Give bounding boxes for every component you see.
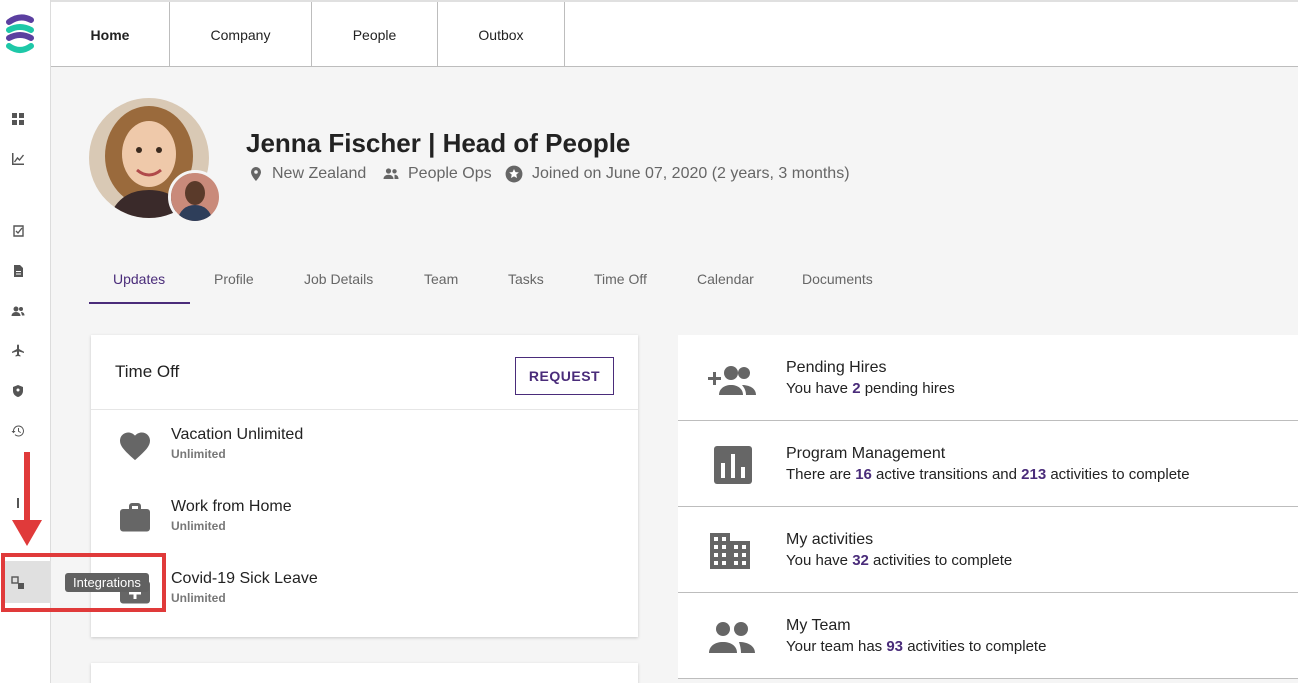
stat-count: 213 bbox=[1021, 466, 1047, 483]
people-icon[interactable] bbox=[9, 302, 27, 320]
my-team-card[interactable]: My Team Your team has 93 activities to c… bbox=[678, 593, 1298, 679]
my-activities-card[interactable]: My activities You have 32 activities to … bbox=[678, 507, 1298, 593]
briefcase-icon bbox=[120, 503, 150, 532]
tab-job-details[interactable]: Job Details bbox=[304, 271, 373, 287]
stat-description: You have 32 activities to complete bbox=[786, 552, 1013, 569]
department-text: People Ops bbox=[408, 165, 492, 182]
active-tab-indicator bbox=[89, 302, 190, 304]
leave-item[interactable]: Vacation Unlimited Unlimited bbox=[115, 426, 615, 466]
tab-team[interactable]: Team bbox=[424, 271, 458, 287]
leave-balance: Unlimited bbox=[171, 591, 226, 605]
heart-icon bbox=[120, 432, 150, 461]
stat-title: Program Management bbox=[786, 445, 946, 462]
tab-company[interactable]: Company bbox=[170, 2, 312, 67]
stat-description: There are 16 active transitions and 213 … bbox=[786, 466, 1190, 483]
tab-outbox[interactable]: Outbox bbox=[438, 2, 565, 67]
top-navigation: Home Company People Outbox bbox=[51, 0, 1298, 67]
request-button[interactable]: REQUEST bbox=[515, 357, 614, 395]
tab-time-off[interactable]: Time Off bbox=[594, 271, 647, 287]
tab-profile[interactable]: Profile bbox=[214, 271, 254, 287]
profile-name: Jenna Fischer | Head of People bbox=[246, 128, 631, 158]
leave-name: Vacation Unlimited bbox=[171, 426, 304, 443]
card-divider bbox=[91, 409, 638, 410]
leave-name: Covid-19 Sick Leave bbox=[171, 570, 318, 587]
tab-updates[interactable]: Updates bbox=[113, 271, 165, 287]
manager-avatar bbox=[168, 170, 222, 224]
time-off-title: Time Off bbox=[115, 362, 180, 381]
joined-text: Joined on June 07, 2020 (2 years, 3 mont… bbox=[532, 165, 850, 182]
airplane-icon[interactable] bbox=[9, 342, 27, 360]
leave-balance: Unlimited bbox=[171, 447, 226, 461]
time-off-card: Time Off REQUEST Vacation Unlimited Unli… bbox=[91, 335, 638, 637]
stat-count: 16 bbox=[855, 466, 872, 483]
leave-name: Work from Home bbox=[171, 498, 292, 515]
stat-count: 93 bbox=[886, 638, 904, 655]
group-icon bbox=[709, 622, 755, 653]
shield-icon[interactable] bbox=[9, 382, 27, 400]
dashboard-icon[interactable] bbox=[9, 110, 27, 128]
tab-people[interactable]: People bbox=[312, 2, 438, 67]
pending-hires-card[interactable]: Pending Hires You have 2 pending hires bbox=[678, 335, 1298, 421]
stat-title: My Team bbox=[786, 617, 851, 634]
stat-count: 2 bbox=[852, 380, 861, 397]
location-text: New Zealand bbox=[272, 165, 367, 182]
stat-description: Your team has 93 activities to complete bbox=[786, 638, 1047, 655]
chart-icon[interactable] bbox=[9, 150, 27, 168]
bar-chart-icon bbox=[714, 446, 752, 484]
app-logo[interactable] bbox=[3, 12, 37, 56]
location-pin-icon bbox=[251, 167, 261, 181]
profile-joined: Joined on June 07, 2020 (2 years, 3 mont… bbox=[505, 164, 850, 184]
tab-calendar[interactable]: Calendar bbox=[697, 271, 754, 287]
add-people-icon bbox=[708, 366, 756, 395]
stat-count: 32 bbox=[852, 552, 869, 569]
leave-item[interactable]: Covid-19 Sick Leave Unlimited bbox=[115, 570, 615, 610]
annotation-arrow-line bbox=[24, 452, 30, 524]
checklist-icon[interactable] bbox=[9, 222, 27, 240]
history-icon[interactable] bbox=[9, 422, 27, 440]
profile-department: People Ops bbox=[382, 164, 492, 184]
leave-item[interactable]: Work from Home Unlimited bbox=[115, 498, 615, 538]
annotation-arrow-head bbox=[12, 520, 42, 546]
tab-documents[interactable]: Documents bbox=[802, 271, 873, 287]
document-icon[interactable] bbox=[9, 262, 27, 280]
tab-home[interactable]: Home bbox=[51, 2, 170, 67]
building-icon bbox=[710, 533, 750, 569]
program-management-card[interactable]: Program Management There are 16 active t… bbox=[678, 421, 1298, 507]
people-icon bbox=[383, 168, 399, 179]
stat-title: Pending Hires bbox=[786, 359, 887, 376]
secondary-card bbox=[91, 663, 638, 683]
tab-tasks[interactable]: Tasks bbox=[508, 271, 544, 287]
star-badge-icon bbox=[505, 165, 523, 183]
stat-description: You have 2 pending hires bbox=[786, 380, 955, 397]
leave-balance: Unlimited bbox=[171, 519, 226, 533]
stat-title: My activities bbox=[786, 531, 874, 548]
annotation-highlight-box bbox=[1, 553, 166, 612]
profile-location: New Zealand bbox=[248, 164, 366, 184]
